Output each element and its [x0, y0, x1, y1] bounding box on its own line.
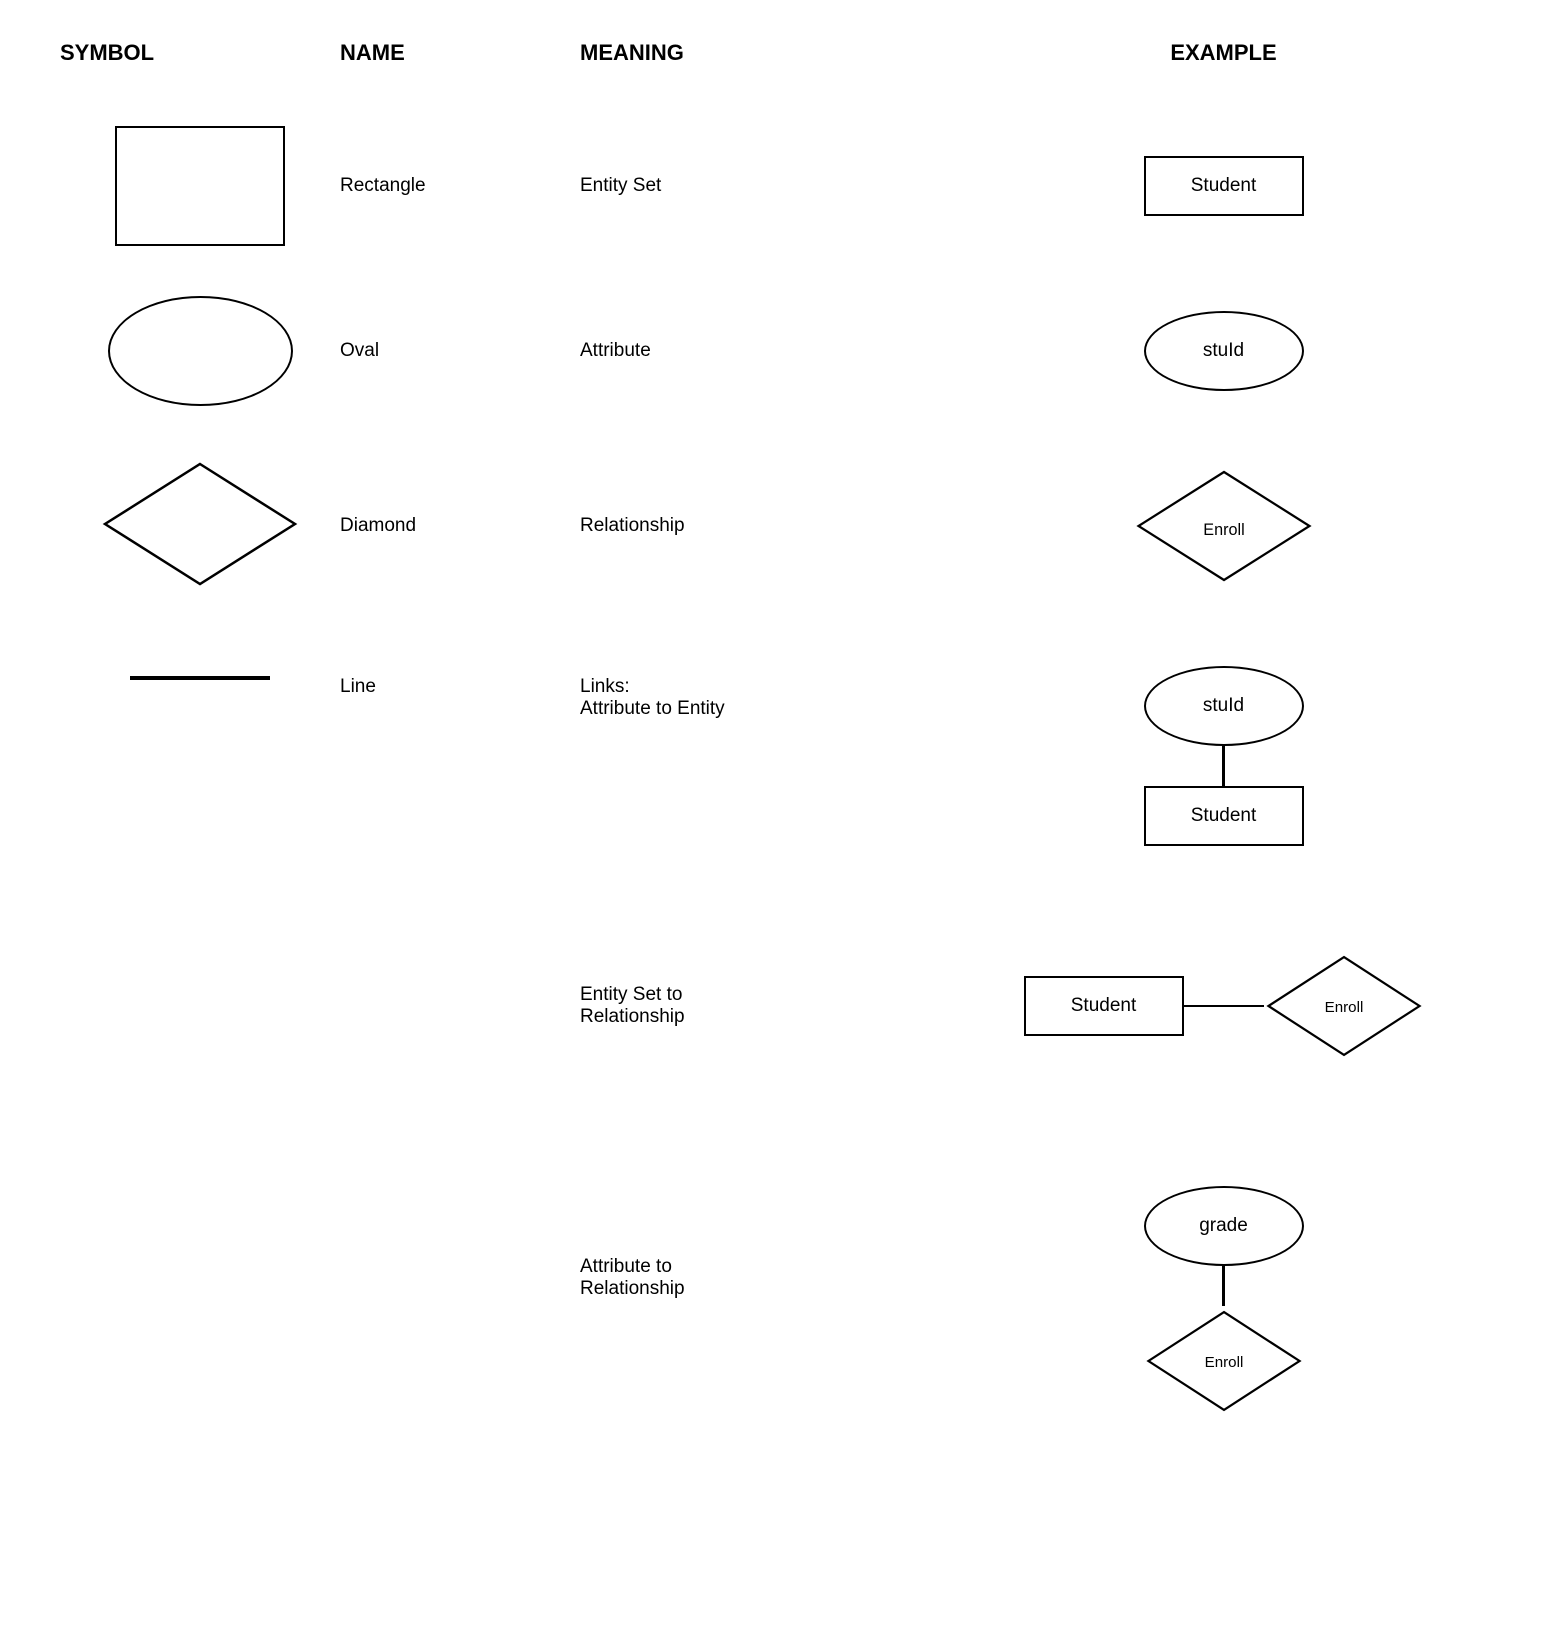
example-cell-entity-rel: Student Enroll: [960, 941, 1487, 1071]
header-meaning: MEANING: [580, 40, 960, 66]
example-cell-line: stuId Student: [960, 656, 1487, 856]
example-rect-student: Student: [1144, 156, 1304, 216]
header-example: EXAMPLE: [960, 40, 1487, 66]
oval-symbol: [108, 296, 293, 406]
example-cell-oval: stuId: [960, 301, 1487, 401]
meaning-cell-diamond: Relationship: [580, 505, 960, 547]
table-row: Line Links: Attribute to Entity stuId St…: [60, 626, 1487, 856]
diamond-symbol: [100, 459, 300, 594]
symbol-cell-line: [60, 656, 340, 690]
symbol-cell-diamond: [60, 449, 340, 604]
example-cell-attr-rel: grade Enroll: [960, 1176, 1487, 1426]
meaning-cell-entity-rel: Entity Set to Relationship: [580, 974, 960, 1038]
example-cell-diamond: Enroll: [960, 456, 1487, 596]
spacer: [60, 1096, 1487, 1156]
meaning-cell-rectangle: Entity Set: [580, 165, 960, 207]
entity-rel-connector: [1184, 1005, 1264, 1008]
example-cell-rectangle: Student: [960, 146, 1487, 226]
meaning-cell-attr-rel: Attribute to Relationship: [580, 1176, 960, 1310]
meaning-cell-oval: Attribute: [580, 330, 960, 372]
table-row: Attribute to Relationship grade Enroll: [60, 1156, 1487, 1426]
attr-rel-diagram: grade Enroll: [1144, 1186, 1304, 1416]
table-row: Oval Attribute stuId: [60, 276, 1487, 426]
entity-rel-diagram: Student Enroll: [1024, 951, 1424, 1061]
name-cell-oval: Oval: [340, 330, 580, 372]
vertical-connector-line: [1222, 746, 1225, 786]
table-row: Rectangle Entity Set Student: [60, 106, 1487, 266]
table-header: SYMBOL NAME MEANING EXAMPLE: [60, 40, 1487, 76]
symbol-cell-entity-rel: [60, 996, 340, 1016]
example-rect-student-line: Student: [1144, 786, 1304, 846]
header-symbol: SYMBOL: [60, 40, 340, 66]
table-row: Entity Set to Relationship Student Enrol…: [60, 926, 1487, 1086]
spacer: [60, 866, 1487, 926]
name-cell-line: Line: [340, 656, 580, 708]
header-name: NAME: [340, 40, 580, 66]
symbol-cell-rectangle: [60, 116, 340, 256]
example-oval-stuid: stuId: [1144, 311, 1304, 391]
svg-text:Enroll: Enroll: [1204, 1354, 1243, 1371]
meaning-cell-line: Links: Attribute to Entity: [580, 656, 960, 730]
table-row: Diamond Relationship Enroll: [60, 436, 1487, 616]
svg-text:Enroll: Enroll: [1324, 999, 1363, 1016]
name-cell-rectangle: Rectangle: [340, 165, 580, 207]
line-symbol: [130, 676, 270, 680]
symbol-cell-oval: [60, 286, 340, 416]
page: SYMBOL NAME MEANING EXAMPLE Rectangle En…: [0, 0, 1547, 1647]
symbol-cell-attr-rel: [60, 1176, 340, 1196]
svg-text:Enroll: Enroll: [1203, 521, 1244, 539]
example-rect-student-er: Student: [1024, 976, 1184, 1036]
line-example-diagram: stuId Student: [1144, 666, 1304, 846]
example-oval-grade: grade: [1144, 1186, 1304, 1266]
rectangle-symbol: [115, 126, 285, 246]
example-oval-stuid-line: stuId: [1144, 666, 1304, 746]
name-cell-diamond: Diamond: [340, 505, 580, 547]
attr-rel-connector: [1222, 1266, 1225, 1306]
